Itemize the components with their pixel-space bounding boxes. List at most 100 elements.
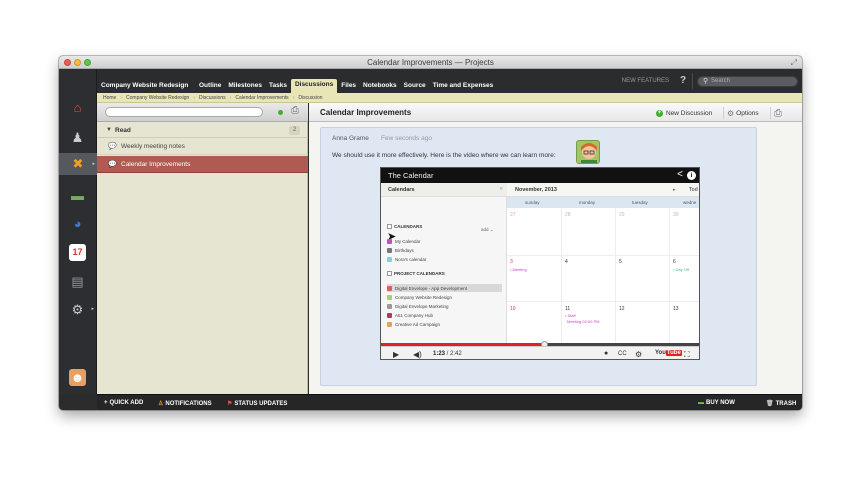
total-time: 2:42 (450, 351, 462, 357)
list-item[interactable]: 💬 Weekly meeting notes (97, 138, 308, 155)
month-label: November, 2013 (515, 187, 557, 193)
project-name[interactable]: Company Website Redesign (101, 82, 188, 89)
breadcrumb-discussions[interactable]: Discussions (199, 95, 226, 101)
date-cell[interactable]: 30 (673, 212, 679, 218)
avatar[interactable] (576, 140, 600, 164)
grid-line (669, 208, 670, 343)
add-calendar-link[interactable]: add ⌄ (481, 227, 494, 233)
tab-discussions[interactable]: Discussions (290, 79, 338, 93)
youtube-logo[interactable]: YouTube (655, 350, 682, 356)
tab-tasks[interactable]: Tasks (266, 80, 290, 93)
video-title[interactable]: The Calendar (388, 171, 433, 180)
top-navigation: Company Website Redesign Outline Milesto… (97, 69, 802, 93)
current-time: 1:23 (433, 351, 446, 357)
color-swatch (387, 285, 392, 291)
quick-add-button[interactable]: + QUICK ADD (104, 400, 143, 406)
tab-milestones[interactable]: Milestones (225, 80, 265, 93)
documents-icon[interactable]: ▤ (69, 273, 86, 290)
tab-outline[interactable]: Outline (196, 80, 224, 93)
projects-icon[interactable]: ✖ ▸ (59, 153, 97, 175)
new-discussion-button[interactable]: + New Discussion (653, 107, 715, 119)
date-cell[interactable]: 10 (510, 306, 516, 312)
left-rail: ⌂ ♟ ✖ ▸ ▬ ◕ 17 ▤ ⚙ ▸ ☻ (59, 69, 97, 394)
today-button[interactable]: Tod (689, 187, 698, 193)
sidebar-section-read[interactable]: ▼ Read 2 (97, 123, 308, 138)
tab-source[interactable]: Source (401, 80, 429, 93)
calendar-row[interactable]: Creative Ad Campaign (387, 320, 502, 328)
triangle-down-icon: ▼ (106, 127, 112, 133)
date-cell[interactable]: 12 (619, 306, 625, 312)
event-item[interactable]: • Meeting (510, 267, 527, 272)
event-item[interactable]: Meeting 02:00 PM (567, 319, 599, 324)
search-placeholder: Search (711, 78, 731, 84)
search-input[interactable]: ⚲ Search (697, 76, 798, 87)
calendar-icon[interactable]: 17 (69, 244, 86, 261)
settings-gear-icon[interactable]: ⚙ (635, 350, 642, 359)
sidebar-filter-input[interactable] (105, 107, 263, 117)
date-cell[interactable]: 13 (673, 306, 679, 312)
calendar-row[interactable]: Digital Envelope Marketing (387, 302, 502, 310)
date-cell[interactable]: 11 (565, 306, 570, 312)
calendar-list-panel: Calendars « CALENDARS add ⌄ ➤ My Calendar… (381, 183, 507, 343)
options-button[interactable]: ⚙ Options (723, 107, 762, 119)
fullscreen-icon[interactable]: ⛶ (684, 350, 690, 359)
buy-now-button[interactable]: ▬ BUY NOW (698, 400, 735, 406)
new-features-link[interactable]: NEW FEATURES (622, 78, 669, 84)
tab-notebooks[interactable]: Notebooks (360, 80, 400, 93)
reports-pie-icon[interactable]: ◕ (69, 215, 86, 232)
volume-icon[interactable]: ◀) (413, 350, 422, 359)
trash-button[interactable]: 🗑 TRASH (766, 400, 796, 407)
date-cell[interactable]: 29 (619, 212, 625, 218)
event-item[interactable]: • Staff (565, 313, 576, 318)
calendar-row[interactable]: Company Website Redesign (387, 293, 502, 301)
breadcrumb-home[interactable]: Home (103, 95, 116, 101)
status-updates-button[interactable]: ⚑ STATUS UPDATES (227, 400, 287, 407)
date-cell[interactable]: 4 (565, 259, 568, 265)
print-icon[interactable]: ⎙ (770, 107, 785, 119)
calendar-row[interactable]: My Calendar (387, 237, 502, 245)
info-icon[interactable]: i (687, 171, 696, 180)
embedded-video[interactable]: The Calendar < i Calendars « CALENDARS ad… (380, 167, 700, 360)
next-month-icon[interactable]: ▸ (673, 187, 676, 193)
captions-icon[interactable]: CC (618, 351, 627, 357)
calendar-row[interactable]: Birthdays (387, 246, 502, 254)
home-icon[interactable]: ⌂ (69, 99, 86, 116)
calendar-name: Company Website Redesign (395, 294, 452, 300)
bell-icon: ♙ (158, 401, 164, 407)
watch-later-icon[interactable]: ● (604, 350, 608, 357)
weekday-label: wedne (683, 200, 697, 205)
people-icon[interactable]: ♟ (69, 129, 86, 146)
buy-now-label: BUY NOW (706, 400, 735, 406)
print-icon[interactable]: ⎙ (291, 105, 299, 116)
breadcrumb-project[interactable]: Company Website Redesign (126, 95, 189, 101)
date-cell[interactable]: 3 (510, 259, 513, 265)
breadcrumb-topic[interactable]: Calendar Improvements (235, 95, 288, 101)
event-item[interactable]: • Day Off (673, 267, 689, 272)
calendar-row[interactable]: Nora's calendar (387, 255, 502, 263)
project-calendars-label: PROJECT CALENDARS (387, 271, 445, 277)
user-avatar-rail-icon[interactable]: ☻ (69, 369, 86, 386)
notifications-button[interactable]: ♙ NOTIFICATIONS (158, 400, 212, 407)
calendar-row[interactable]: A51 Company Hub (387, 311, 502, 319)
fullscreen-icon[interactable]: ⤢ (791, 58, 797, 68)
photos-icon[interactable]: ▬ (69, 187, 86, 204)
play-icon[interactable]: ▶ (393, 350, 399, 359)
tab-files[interactable]: Files (338, 80, 359, 93)
date-cell[interactable]: 6 (673, 259, 676, 265)
help-button[interactable]: ? (677, 75, 689, 87)
video-titlebar: The Calendar < i (381, 168, 699, 183)
divider (692, 73, 693, 89)
tab-time-expenses[interactable]: Time and Expenses (430, 80, 497, 93)
collapse-icon[interactable]: « (500, 186, 503, 192)
date-cell[interactable]: 5 (619, 259, 622, 265)
grid-line (615, 208, 616, 343)
calendar-name: Birthdays (395, 247, 414, 253)
settings-gear-icon[interactable]: ⚙ ▸ (69, 301, 94, 318)
calendar-row[interactable]: Digital Envelope - App Development (387, 284, 502, 292)
date-cell[interactable]: 27 (510, 212, 516, 218)
options-label: Options (736, 109, 759, 117)
list-item-selected[interactable]: 💬 Calendar Improvements (97, 156, 308, 173)
post-author[interactable]: Anna Grame (332, 135, 369, 142)
share-icon[interactable]: < (677, 169, 683, 180)
date-cell[interactable]: 28 (565, 212, 571, 218)
